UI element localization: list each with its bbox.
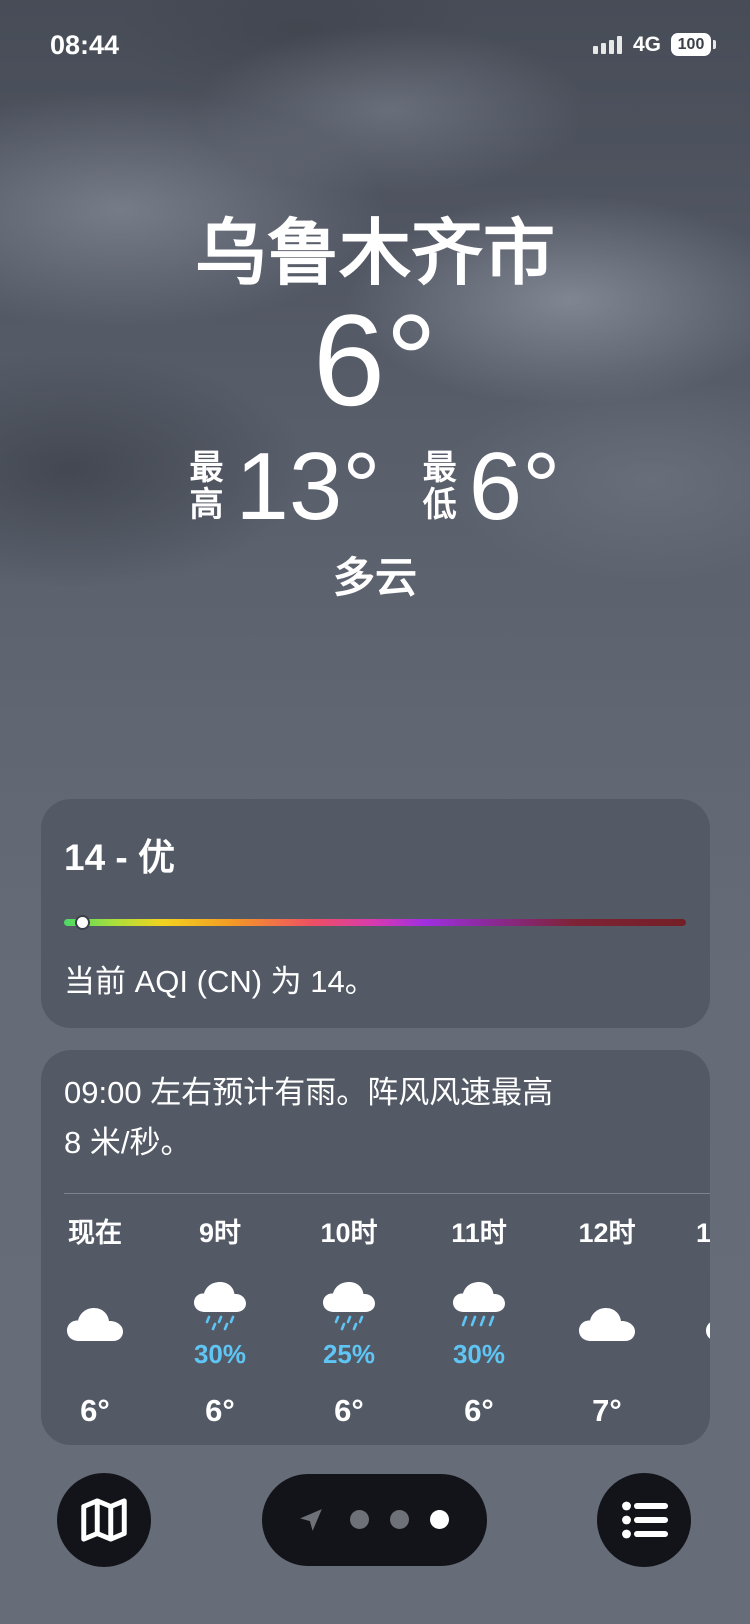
- list-icon: [622, 1501, 669, 1539]
- low-temperature: 6°: [468, 433, 561, 540]
- battery-icon: 100: [671, 33, 711, 56]
- hour-label: 12时: [578, 1218, 636, 1248]
- hour-column[interactable]: 10时 25% 6°: [294, 1050, 404, 1445]
- aqi-title: 14 - 优: [64, 837, 176, 878]
- high-group: 最 高 13°: [190, 437, 381, 537]
- city-list-button[interactable]: [597, 1473, 691, 1567]
- hour-column[interactable]: 1: [696, 1050, 710, 1445]
- hour-label: 11时: [451, 1218, 507, 1248]
- page-indicator[interactable]: [262, 1474, 487, 1566]
- precip-chance: 30%: [193, 1339, 247, 1369]
- high-label: 最 高: [190, 450, 226, 524]
- cloud-icon: [579, 1308, 635, 1341]
- page-dot[interactable]: [350, 1510, 369, 1529]
- hour-label: 9时: [198, 1218, 242, 1248]
- hour-label: 1: [696, 1218, 710, 1248]
- hour-column[interactable]: 现在 6°: [41, 1050, 150, 1445]
- hour-temperature: 6°: [334, 1393, 364, 1428]
- cloud-icon: [706, 1322, 710, 1339]
- page-dot[interactable]: [430, 1510, 449, 1529]
- hour-column[interactable]: 12时 7°: [552, 1050, 662, 1445]
- aqi-card[interactable]: 14 - 优 当前 AQI (CN) 为 14。: [41, 799, 710, 1028]
- signal-icon: [593, 34, 625, 54]
- cloud-icon: [67, 1308, 123, 1341]
- high-low-row: 最 高 13° 最 低 6°: [0, 437, 750, 537]
- status-time: 08:44: [50, 30, 120, 60]
- battery-nub: [713, 40, 716, 49]
- city-name: 乌鲁木齐市: [194, 214, 555, 294]
- precip-chance: 30%: [452, 1339, 506, 1369]
- page-dot[interactable]: [390, 1510, 409, 1529]
- low-group: 最 低 6°: [423, 437, 561, 537]
- map-button[interactable]: [57, 1473, 151, 1567]
- low-label-char: 最: [422, 449, 457, 487]
- precip-chance: 25%: [322, 1339, 376, 1369]
- hour-label: 10时: [320, 1218, 378, 1248]
- hour-temperature: 6°: [205, 1393, 235, 1428]
- aqi-scale-bar: [64, 919, 686, 926]
- current-temperature: 6°: [312, 287, 438, 433]
- aqi-indicator-dot: [77, 917, 89, 928]
- cloud-heavy-rain-icon: [453, 1282, 505, 1327]
- aqi-description: 当前 AQI (CN) 为 14。: [64, 964, 376, 999]
- high-label-char: 高: [189, 486, 224, 524]
- hour-column[interactable]: 11时 30% 6°: [424, 1050, 534, 1445]
- location-arrow-icon[interactable]: [298, 1507, 324, 1533]
- cloud-rain-icon: [194, 1282, 246, 1331]
- hour-temperature: 6°: [464, 1393, 494, 1428]
- low-label: 最 低: [423, 450, 459, 524]
- hour-temperature: 6°: [80, 1393, 110, 1428]
- hour-column[interactable]: 9时 30% 6°: [165, 1050, 275, 1445]
- high-label-char: 最: [189, 449, 224, 487]
- map-icon: [81, 1498, 127, 1542]
- low-label-char: 低: [422, 486, 457, 524]
- high-temperature: 13°: [235, 433, 381, 540]
- hourly-forecast-card[interactable]: 09:00 左右预计有雨。阵风风速最高 8 米/秒。 现在 6° 9时 30% …: [41, 1050, 710, 1445]
- weather-condition: 多云: [332, 554, 417, 601]
- hour-label: 现在: [68, 1218, 122, 1248]
- cloud-rain-icon: [323, 1282, 375, 1331]
- network-type: 4G: [633, 33, 662, 56]
- hour-temperature: 7°: [592, 1393, 622, 1428]
